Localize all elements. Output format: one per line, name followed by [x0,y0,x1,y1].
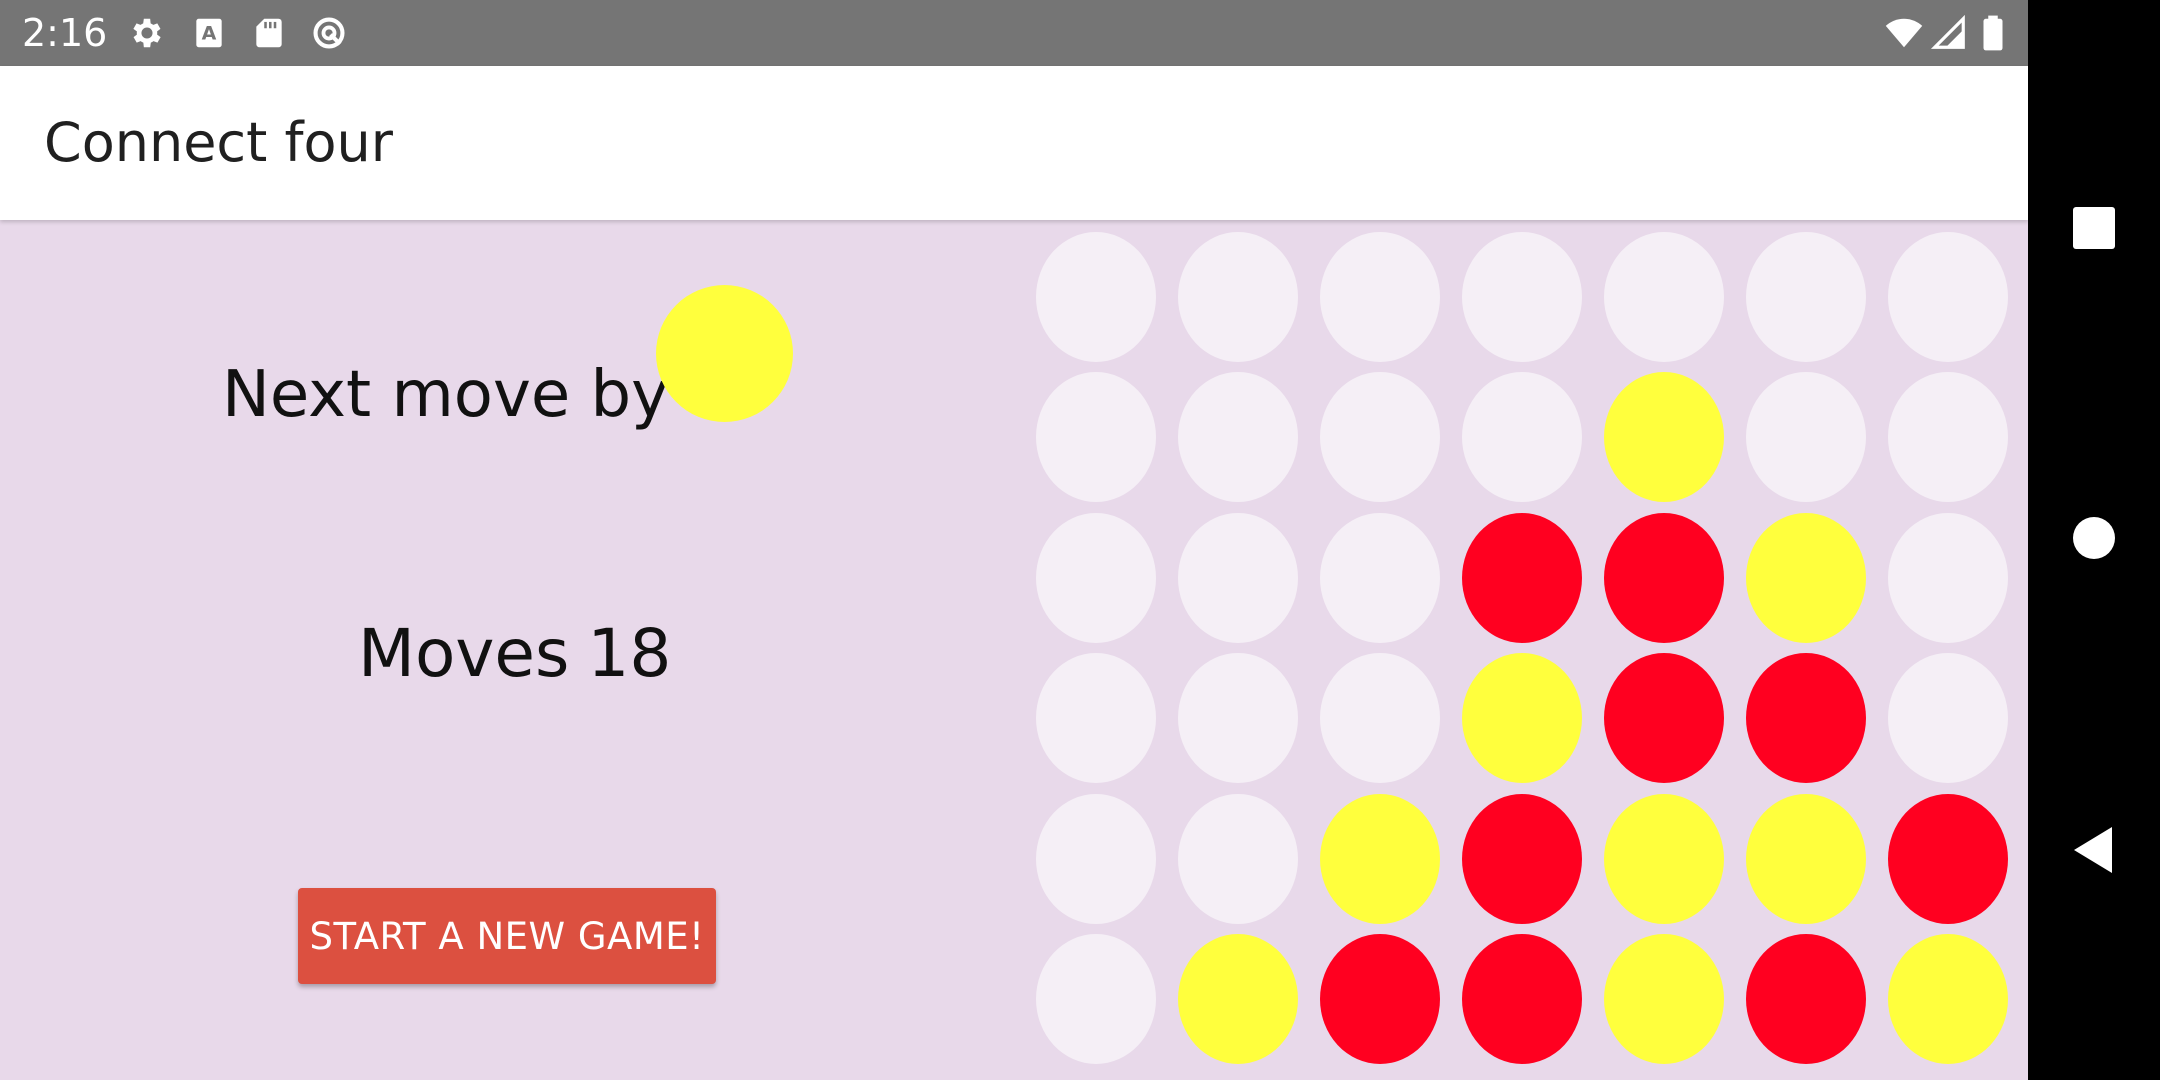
board-cell-red[interactable] [1462,934,1582,1064]
board-cell-empty[interactable] [1320,653,1440,783]
home-icon[interactable] [2068,512,2120,564]
board-cell-yellow[interactable] [1320,794,1440,924]
app-bar: Connect four [0,66,2028,220]
svg-text:A: A [202,22,217,44]
status-time: 2:16 [22,11,108,55]
board-cell-red[interactable] [1462,794,1582,924]
board-cell-empty[interactable] [1320,232,1440,362]
board-cell-empty[interactable] [1604,232,1724,362]
signal-icon [1930,14,1968,52]
board-cell-empty[interactable] [1888,653,2008,783]
board-cell-empty[interactable] [1178,513,1298,643]
moves-counter: Moves 18 [358,615,671,692]
board-cell-red[interactable] [1462,513,1582,643]
board-cell-empty[interactable] [1746,372,1866,502]
board-cell-red[interactable] [1746,934,1866,1064]
board-cell-empty[interactable] [1036,653,1156,783]
board-cell-yellow[interactable] [1746,794,1866,924]
wifi-icon [1884,14,1924,52]
board-cell-empty[interactable] [1462,232,1582,362]
font-a-icon: A [190,14,228,52]
board-cell-empty[interactable] [1036,372,1156,502]
board-cell-empty[interactable] [1746,232,1866,362]
board-cell-empty[interactable] [1036,513,1156,643]
game-content: Next move by Moves 18 START A NEW GAME! [0,220,2028,1080]
board-cell-empty[interactable] [1178,653,1298,783]
recents-icon[interactable] [2068,202,2120,254]
board-cell-red[interactable] [1746,653,1866,783]
board-cell-empty[interactable] [1036,934,1156,1064]
gear-icon [128,14,166,52]
next-player-disc [656,285,793,422]
board-cell-yellow[interactable] [1604,372,1724,502]
board-cell-yellow[interactable] [1604,934,1724,1064]
screen: 2:16 A Connect four Next move by Moves 1… [0,0,2160,1080]
back-icon[interactable] [2068,824,2120,876]
next-move-label: Next move by [222,358,670,432]
board-cell-yellow[interactable] [1746,513,1866,643]
board-cell-red[interactable] [1888,794,2008,924]
battery-icon [1978,14,2008,52]
board-cell-empty[interactable] [1178,232,1298,362]
board-cell-empty[interactable] [1178,794,1298,924]
board-cell-yellow[interactable] [1604,794,1724,924]
game-board [1036,232,2008,1080]
board-cell-empty[interactable] [1888,232,2008,362]
board-cell-empty[interactable] [1888,513,2008,643]
sd-card-icon [250,14,288,52]
board-cell-empty[interactable] [1178,372,1298,502]
board-cell-yellow[interactable] [1178,934,1298,1064]
board-cell-empty[interactable] [1320,513,1440,643]
board-cell-yellow[interactable] [1888,934,2008,1064]
board-cell-empty[interactable] [1036,794,1156,924]
board-cell-yellow[interactable] [1462,653,1582,783]
moves-count: 18 [587,615,672,692]
board-cell-empty[interactable] [1320,372,1440,502]
board-cell-empty[interactable] [1462,372,1582,502]
navigation-bar [2028,0,2160,1080]
start-new-game-button[interactable]: START A NEW GAME! [298,888,716,984]
no-sync-icon [310,14,348,52]
board-cell-empty[interactable] [1888,372,2008,502]
board-cell-red[interactable] [1604,653,1724,783]
board-cell-red[interactable] [1320,934,1440,1064]
board-cell-red[interactable] [1604,513,1724,643]
board-cell-empty[interactable] [1036,232,1156,362]
status-bar: 2:16 A [0,0,2028,66]
app-title: Connect four [44,111,393,174]
moves-label: Moves [358,615,570,692]
